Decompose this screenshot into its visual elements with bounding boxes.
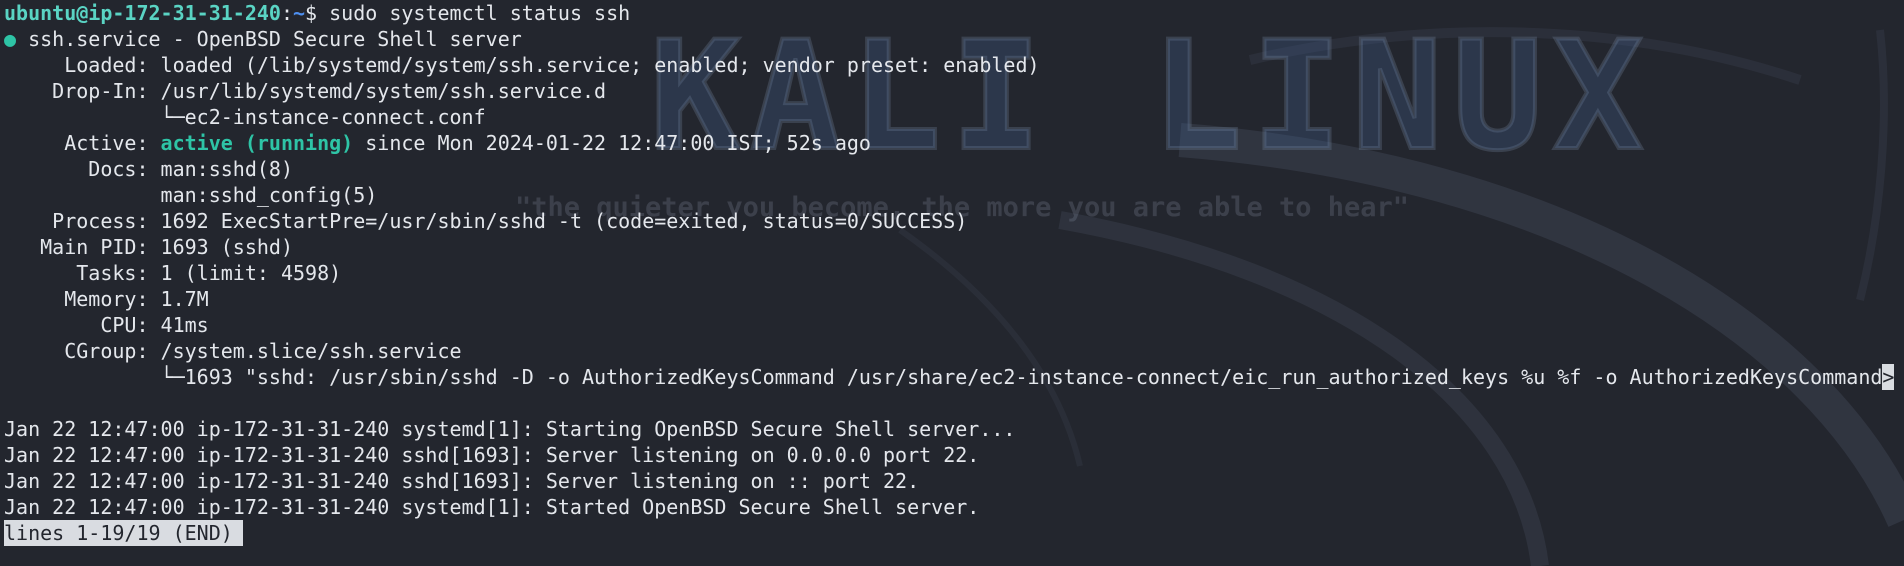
dropin-value: /usr/lib/systemd/system/ssh.service.d	[160, 79, 607, 103]
pager-status: lines 1-19/19 (END)	[4, 520, 243, 546]
memory-line: Memory: 1.7M	[4, 286, 1904, 312]
memory-value: 1.7M	[160, 287, 209, 311]
truncate-marker: >	[1882, 364, 1895, 390]
docs-line-2: man:sshd_config(5)	[4, 183, 378, 207]
active-label: Active:	[4, 131, 161, 155]
cpu-label: CPU:	[4, 313, 161, 337]
log-line: Jan 22 12:47:00 ip-172-31-31-240 sshd[16…	[4, 443, 980, 467]
terminal-output: ubuntu@ip-172-31-31-240:~$ sudo systemct…	[4, 0, 1904, 546]
log-line: Jan 22 12:47:00 ip-172-31-31-240 sshd[16…	[4, 469, 920, 493]
process-value: 1692 ExecStartPre=/usr/sbin/sshd -t (cod…	[160, 209, 968, 233]
loaded-value: loaded (/lib/systemd/system/ssh.service;…	[160, 53, 1040, 77]
loaded-line: Loaded: loaded (/lib/systemd/system/ssh.…	[4, 52, 1904, 78]
process-label: Process:	[4, 209, 161, 233]
status-dot-icon: ●	[4, 27, 17, 51]
tasks-label: Tasks:	[4, 261, 161, 285]
mainpid-line: Main PID: 1693 (sshd)	[4, 234, 1904, 260]
prompt-path: ~	[293, 1, 306, 25]
dropin-line: Drop-In: /usr/lib/systemd/system/ssh.ser…	[4, 78, 1904, 104]
active-since: since Mon 2024-01-22 12:47:00 IST; 52s a…	[353, 131, 871, 155]
terminal-window[interactable]: KALI LINUX "the quieter you become, the …	[0, 0, 1904, 566]
active-state: active (running)	[160, 131, 354, 155]
log-line: Jan 22 12:47:00 ip-172-31-31-240 systemd…	[4, 417, 1016, 441]
docs-label: Docs:	[4, 157, 161, 181]
mainpid-value: 1693 (sshd)	[160, 235, 293, 259]
log-line: Jan 22 12:47:00 ip-172-31-31-240 systemd…	[4, 495, 980, 519]
dropin-child-line: └─ec2-instance-connect.conf	[4, 105, 486, 129]
cpu-line: CPU: 41ms	[4, 312, 1904, 338]
prompt-line: ubuntu@ip-172-31-31-240:~$ sudo systemct…	[4, 0, 1904, 26]
tasks-value: 1 (limit: 4598)	[160, 261, 342, 285]
prompt-user-host: ubuntu@ip-172-31-31-240	[4, 1, 281, 25]
cgroup-child-line: └─1693 "sshd: /usr/sbin/sshd -D -o Autho…	[4, 364, 1904, 390]
cgroup-child-text: └─1693 "sshd: /usr/sbin/sshd -D -o Autho…	[4, 365, 1883, 389]
cgroup-line: CGroup: /system.slice/ssh.service	[4, 338, 1904, 364]
command-text: sudo systemctl status ssh	[317, 1, 631, 25]
memory-label: Memory:	[4, 287, 161, 311]
cgroup-label: CGroup:	[4, 339, 161, 363]
pager-status-line[interactable]: lines 1-19/19 (END)	[4, 520, 1904, 546]
process-line: Process: 1692 ExecStartPre=/usr/sbin/ssh…	[4, 208, 1904, 234]
service-title: ssh.service - OpenBSD Secure Shell serve…	[16, 27, 522, 51]
active-line: Active: active (running) since Mon 2024-…	[4, 130, 1904, 156]
cpu-value: 41ms	[160, 313, 209, 337]
loaded-label: Loaded:	[4, 53, 161, 77]
cgroup-value: /system.slice/ssh.service	[160, 339, 462, 363]
mainpid-label: Main PID:	[4, 235, 161, 259]
tasks-line: Tasks: 1 (limit: 4598)	[4, 260, 1904, 286]
prompt-colon: :	[280, 1, 293, 25]
service-header: ● ssh.service - OpenBSD Secure Shell ser…	[4, 26, 1904, 52]
docs-value-1: man:sshd(8)	[160, 157, 293, 181]
docs-line: Docs: man:sshd(8)	[4, 156, 1904, 182]
prompt-symbol: $	[305, 1, 318, 25]
dropin-label: Drop-In:	[4, 79, 161, 103]
